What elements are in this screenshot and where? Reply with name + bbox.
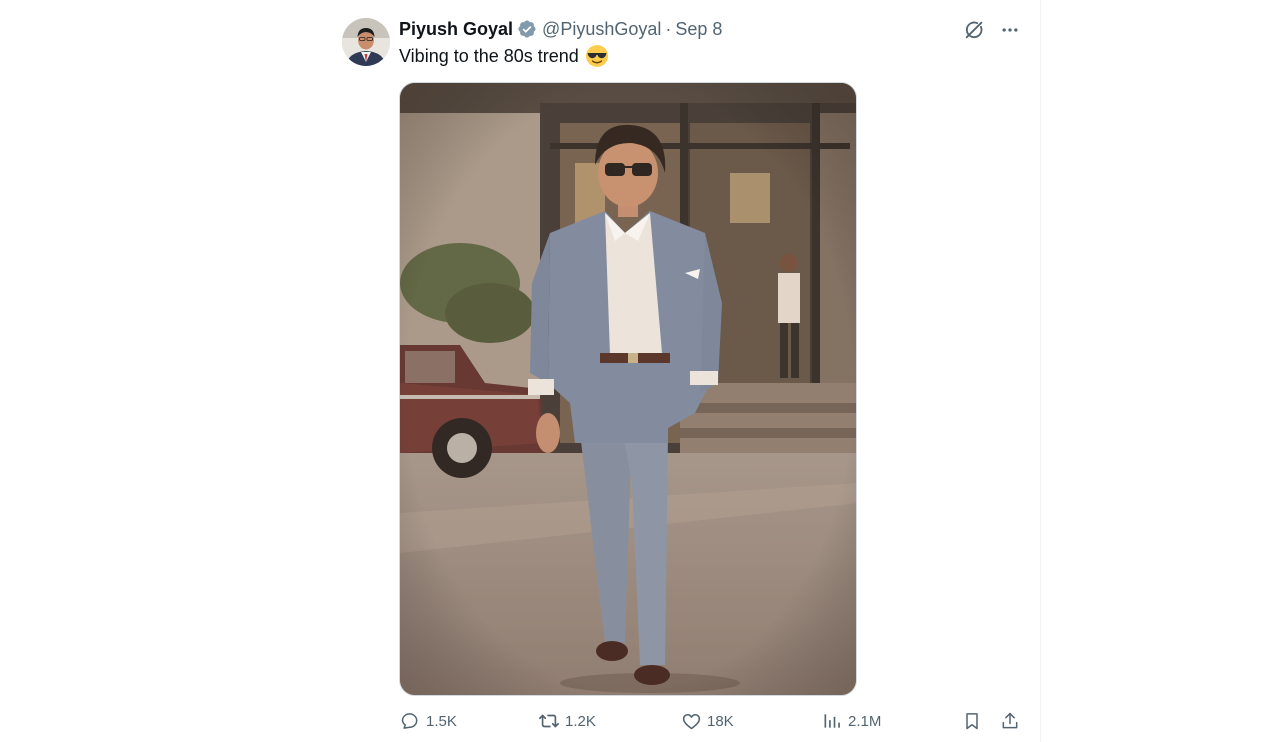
author-display-name[interactable]: Piyush Goyal	[399, 19, 513, 40]
repost-button[interactable]: 1.2K	[538, 710, 596, 732]
like-count: 18K	[707, 712, 734, 730]
heart-icon	[680, 710, 702, 732]
repost-icon	[538, 710, 560, 732]
tweet-actions-bar: 1.5K 1.2K 18K 2.1M	[399, 708, 1023, 736]
tweet-header: Piyush Goyal @PiyushGoyal · Sep 8	[399, 18, 722, 40]
views-button[interactable]: 2.1M	[821, 710, 881, 732]
reply-button[interactable]: 1.5K	[399, 710, 457, 732]
reply-icon	[399, 710, 421, 732]
verified-badge-icon[interactable]	[517, 19, 537, 39]
share-button[interactable]	[999, 710, 1021, 732]
share-icon	[999, 710, 1021, 732]
grok-icon[interactable]	[962, 18, 986, 42]
bookmark-button[interactable]	[961, 710, 983, 732]
reply-count: 1.5K	[426, 712, 457, 730]
tweet[interactable]: Piyush Goyal @PiyushGoyal · Sep 8 Vibing…	[342, 10, 1032, 742]
author-handle[interactable]: @PiyushGoyal	[542, 19, 661, 40]
tweet-top-actions	[962, 18, 1022, 42]
column-divider	[1040, 0, 1041, 742]
more-dots-icon[interactable]	[998, 18, 1022, 42]
like-button[interactable]: 18K	[680, 710, 734, 732]
bookmark-icon	[961, 710, 983, 732]
page: Piyush Goyal @PiyushGoyal · Sep 8 Vibing…	[0, 0, 1280, 742]
tweet-text: Vibing to the 80s trend	[399, 44, 609, 68]
tweet-text-content: Vibing to the 80s trend	[399, 45, 579, 66]
separator-dot: ·	[665, 18, 672, 39]
view-count: 2.1M	[848, 712, 882, 730]
sunglasses-emoji-icon	[585, 44, 609, 68]
post-date[interactable]: Sep 8	[675, 19, 722, 40]
views-chart-icon	[821, 710, 843, 732]
repost-count: 1.2K	[565, 712, 596, 730]
avatar[interactable]	[342, 18, 390, 66]
tweet-media-photo[interactable]	[399, 82, 857, 696]
